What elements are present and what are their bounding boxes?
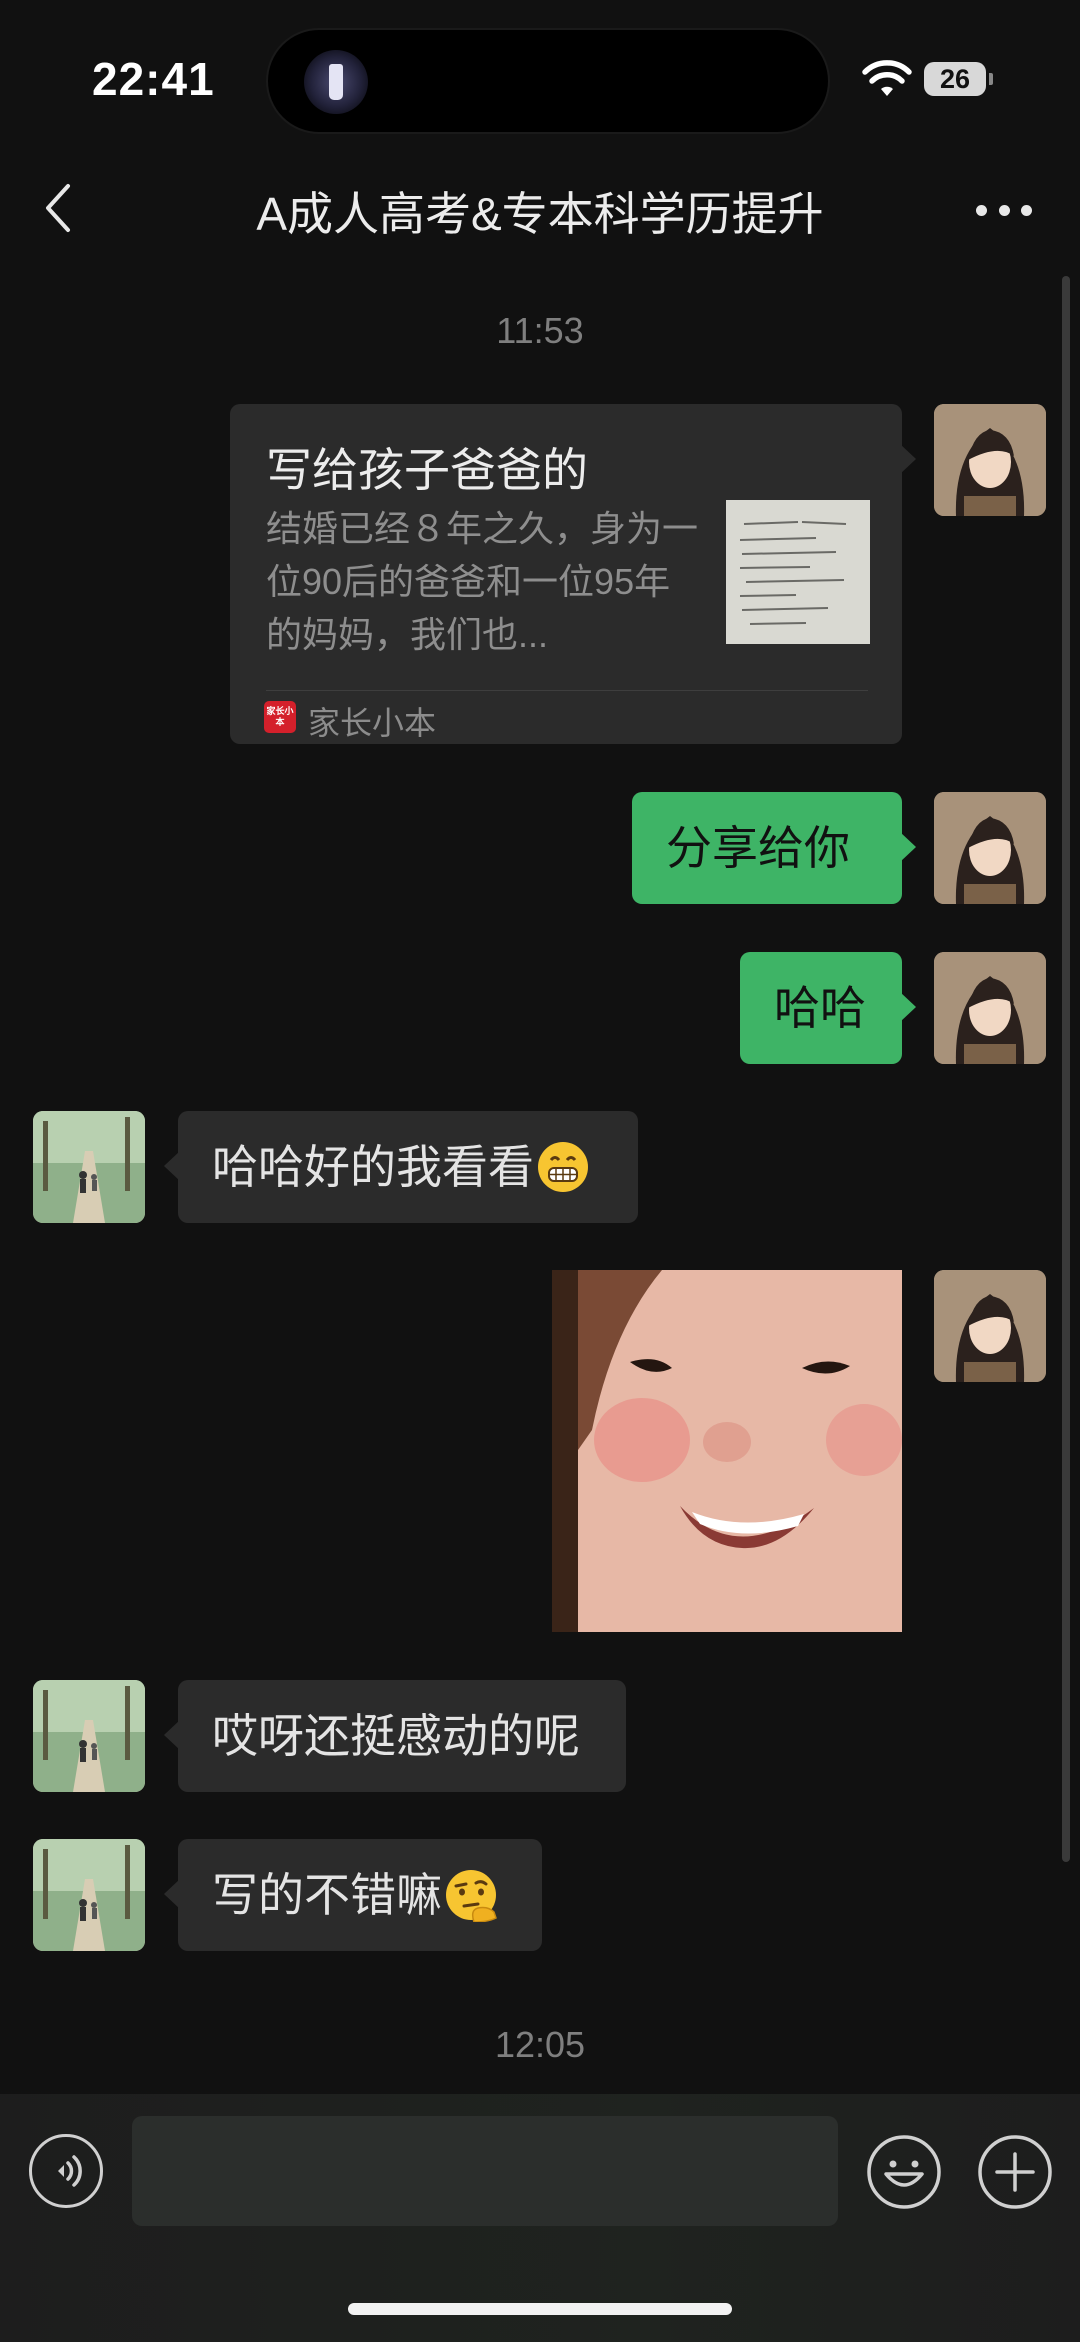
wifi-icon (862, 60, 912, 96)
plus-icon[interactable] (977, 2134, 1053, 2210)
message-bubble[interactable]: 分享给你 (632, 792, 916, 904)
message-bubble[interactable]: 哎呀还挺感动的呢 (164, 1680, 626, 1792)
message-bubble[interactable]: 哈哈好的我看看 (164, 1111, 638, 1223)
card-divider (266, 690, 868, 691)
self-avatar[interactable] (934, 1270, 1046, 1382)
contact-avatar[interactable] (33, 1111, 145, 1223)
message-text: 写的不错嘛 (212, 1869, 442, 1921)
self-avatar[interactable] (934, 404, 1046, 516)
flashlight-icon (304, 50, 368, 114)
contact-avatar[interactable] (33, 1680, 145, 1792)
message-bubble[interactable]: 哈哈 (740, 952, 916, 1064)
status-time: 22:41 (92, 53, 215, 105)
smiley-icon[interactable] (866, 2134, 942, 2210)
card-title: 写给孩子爸爸的 (266, 444, 588, 496)
message-input[interactable] (132, 2116, 838, 2226)
contact-avatar[interactable] (33, 1839, 145, 1951)
card-description: 结婚已经８年之久，身为一位90后的爸爸和一位95年的妈妈，我们也... (266, 508, 699, 655)
grinning-emoji-icon (538, 1141, 588, 1192)
timestamp: 12:05 (494, 2024, 586, 2065)
self-avatar[interactable] (934, 792, 1046, 904)
message-text: 哈哈好的我看看 (212, 1141, 534, 1193)
voice-icon[interactable] (29, 2134, 103, 2208)
chat-title: A成人高考&专本科学历提升 (256, 188, 824, 240)
card-source: 家长小本 (308, 705, 437, 741)
home-indicator[interactable] (348, 2303, 732, 2315)
article-share-card[interactable]: 写给孩子爸爸的 结婚已经８年之久，身为一位90后的爸爸和一位95年的妈妈，我们也… (230, 404, 916, 744)
scrollbar[interactable] (1062, 276, 1070, 1862)
dynamic-island (266, 28, 830, 134)
card-thumbnail (726, 500, 870, 644)
baby-sticker-image[interactable] (552, 1270, 902, 1632)
message-text: 哈哈 (774, 982, 866, 1034)
chevron-left-icon[interactable] (40, 180, 80, 236)
self-avatar[interactable] (934, 952, 1046, 1064)
message-bubble[interactable]: 写的不错嘛 (164, 1839, 542, 1951)
timestamp: 11:53 (496, 310, 584, 351)
thinking-emoji-icon (446, 1869, 497, 1922)
message-text: 哎呀还挺感动的呢 (212, 1710, 580, 1762)
more-icon[interactable] (976, 190, 1032, 230)
source-app-icon: 家长小本 (264, 701, 296, 733)
message-text: 分享给你 (666, 822, 850, 874)
battery-icon: 26 (924, 62, 993, 96)
